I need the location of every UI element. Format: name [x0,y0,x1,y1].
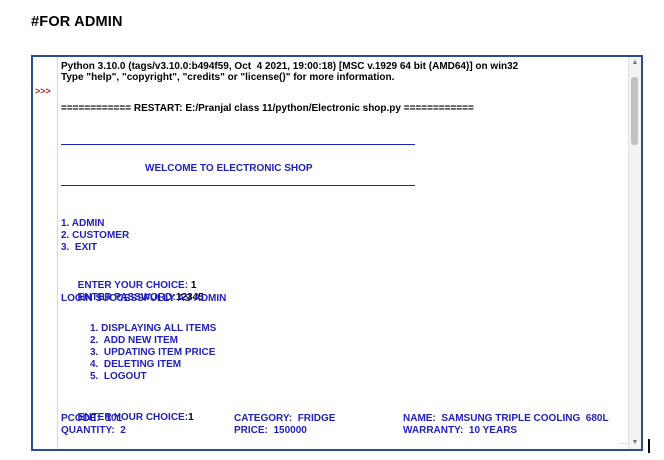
admin-menu-logout: 5. LOGOUT [90,371,147,382]
admin-menu-delete: 4. DELETING ITEM [90,359,182,370]
item-price: PRICE: 150000 [234,425,307,436]
shell-output[interactable]: Python 3.10.0 (tags/v3.10.0:b494f59, Oct… [57,61,627,449]
divider-top [61,144,415,145]
shell-gutter: >>> [33,57,58,449]
resize-grip-icon[interactable]: ⋯ [620,439,628,448]
admin-menu-add: 2. ADD NEW ITEM [90,335,178,346]
scrollbar-thumb[interactable] [631,77,638,145]
login-message: LOGIN SUCCESSFULLY AS ADMIN [61,293,227,304]
admin-menu-display: 1. DISPLAYING ALL ITEMS [90,323,217,334]
python-version-line: Python 3.10.0 (tags/v3.10.0:b494f59, Oct… [61,61,519,72]
python-shell-window[interactable]: >>> Python 3.10.0 (tags/v3.10.0:b494f59,… [31,55,643,451]
welcome-title: WELCOME TO ELECTRONIC SHOP [145,163,313,174]
shell-prompt: >>> [35,86,51,96]
main-menu-admin: 1. ADMIN [61,218,105,229]
admin-menu-update: 3. UPDATING ITEM PRICE [90,347,216,358]
divider-bottom [61,185,415,186]
main-menu-customer: 2. CUSTOMER [61,230,130,241]
item-category: CATEGORY: FRIDGE [234,413,336,424]
restart-line: ============ RESTART: E:/Pranjal class 1… [61,103,474,114]
item-pcode: PCODE: 101 [61,413,123,424]
text-caret [648,439,650,453]
page-heading: #FOR ADMIN [31,14,123,30]
scroll-up-icon[interactable]: ▲ [629,57,641,69]
python-help-line: Type "help", "copyright", "credits" or "… [61,72,395,83]
vertical-scrollbar[interactable]: ▲ ▼ [628,57,641,449]
choice2-value: 1 [188,412,194,423]
item-quantity: QUANTITY: 2 [61,425,126,436]
item-warranty: WARRANTY: 10 YEARS [403,425,518,436]
scroll-down-icon[interactable]: ▼ [629,437,641,449]
item-name: NAME: SAMSUNG TRIPLE COOLING 680L [403,413,609,424]
main-menu-exit: 3. EXIT [61,242,98,253]
